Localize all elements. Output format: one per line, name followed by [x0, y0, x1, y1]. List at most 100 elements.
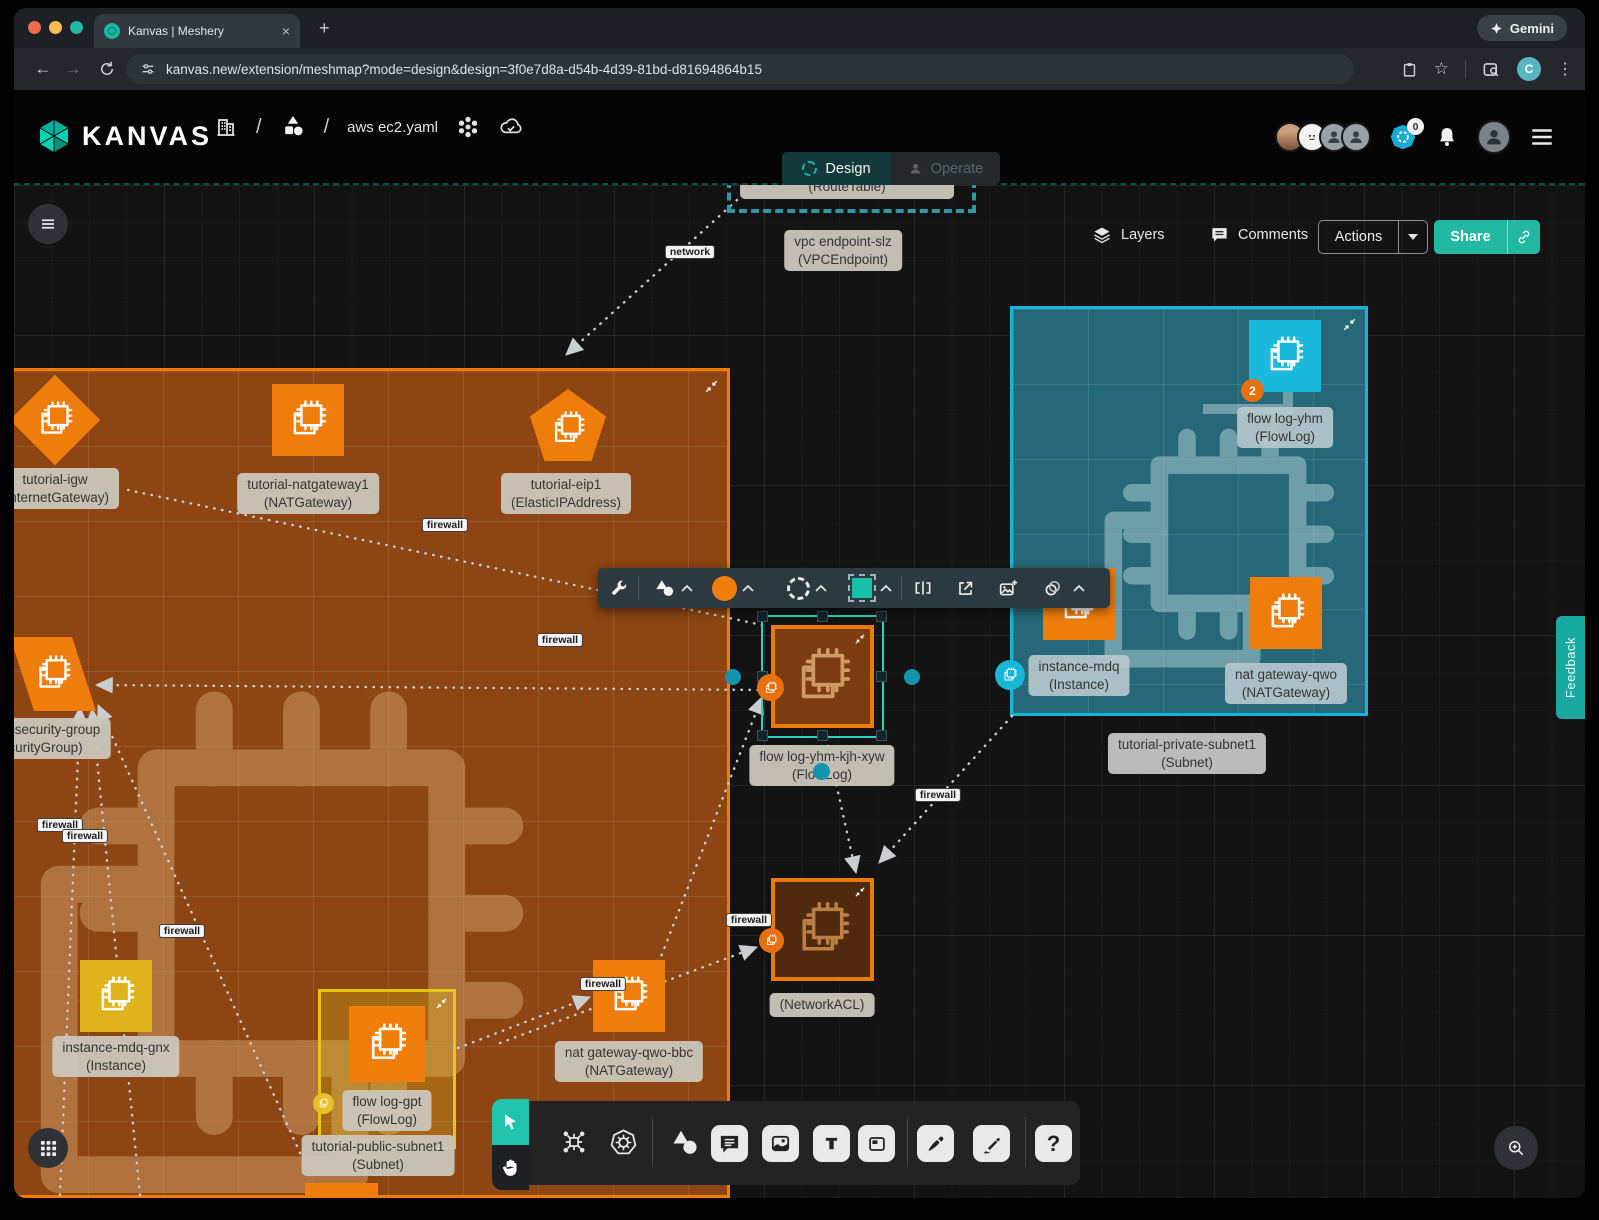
text-dock-tool[interactable]	[813, 1125, 850, 1162]
resize-handle[interactable]	[817, 730, 828, 741]
comments-button[interactable]: Comments	[1210, 225, 1308, 244]
badge-subnet-private[interactable]	[995, 660, 1025, 690]
design-canvas[interactable]: (RouteTable) vpc endpoint-slz(VPCEndpoin…	[14, 185, 1585, 1198]
configure-tool-icon[interactable]	[603, 568, 633, 608]
resize-handle[interactable]	[817, 611, 828, 622]
collapse-icon[interactable]	[856, 635, 864, 643]
pencil-dock-tool[interactable]	[973, 1125, 1010, 1162]
organization-icon[interactable]	[214, 115, 238, 139]
add-image-tool-icon[interactable]	[993, 568, 1023, 608]
collapse-icon[interactable]	[706, 381, 717, 392]
address-bar[interactable]: kanvas.new/extension/meshmap?mode=design…	[126, 54, 1354, 84]
image-dock-tool[interactable]	[762, 1125, 799, 1162]
shapes-tool-icon[interactable]	[650, 568, 678, 608]
feedback-tab[interactable]: Feedback	[1556, 616, 1585, 719]
collapse-icon[interactable]	[437, 999, 446, 1008]
environment-badge[interactable]: 0	[1389, 123, 1417, 151]
node-label-private-subnet[interactable]: tutorial-private-subnet1(Subnet)	[1108, 733, 1266, 774]
actions-button[interactable]: Actions	[1318, 220, 1428, 254]
fill-color-tool[interactable]	[710, 568, 738, 608]
node-label-nat-gateway-1[interactable]: tutorial-natgateway1(NATGateway)	[237, 473, 379, 514]
layers-button[interactable]: Layers	[1092, 225, 1165, 245]
user-profile-avatar[interactable]	[1477, 120, 1511, 154]
browser-profile-avatar[interactable]: C	[1517, 57, 1541, 81]
collaborator-avatar-generic-2[interactable]	[1341, 122, 1371, 152]
node-label-public-subnet[interactable]: tutorial-public-subnet1(Subnet)	[302, 1135, 455, 1176]
note-dock-tool[interactable]	[858, 1125, 895, 1162]
tab-design[interactable]: Design	[782, 152, 891, 185]
window-close-button[interactable]	[28, 21, 41, 34]
apps-grid-button[interactable]	[28, 1128, 68, 1168]
kubernetes-tool[interactable]	[606, 1125, 640, 1159]
border-style-expand-icon[interactable]	[812, 568, 830, 608]
tune-icon[interactable]	[140, 61, 156, 77]
kanvas-brand[interactable]: KANVAS	[36, 118, 212, 154]
gemini-button[interactable]: Gemini	[1477, 15, 1567, 41]
resize-handle[interactable]	[757, 730, 768, 741]
resize-handle[interactable]	[876, 730, 887, 741]
window-minimize-button[interactable]	[49, 21, 62, 34]
forward-button[interactable]: →	[58, 59, 88, 79]
node-label-nat-gateway-qwo[interactable]: nat gateway-qwo(NATGateway)	[1225, 663, 1347, 704]
browser-tab[interactable]: Kanvas | Meshery ×	[94, 14, 300, 48]
browser-menu-icon[interactable]: ⋮	[1557, 59, 1573, 79]
collapse-icon[interactable]	[856, 888, 864, 896]
resize-handle[interactable]	[757, 611, 768, 622]
share-button[interactable]: Share	[1434, 220, 1540, 254]
reload-button[interactable]	[98, 60, 116, 78]
share-link-icon[interactable]	[1508, 220, 1540, 254]
fill-color-expand-icon[interactable]	[739, 568, 757, 608]
canvas-menu-button[interactable]	[28, 204, 68, 244]
select-tool[interactable]	[492, 1099, 529, 1145]
node-instance-gnx[interactable]	[80, 960, 152, 1032]
node-label-instance-gnx[interactable]: instance-mdq-gnx(Instance)	[52, 1036, 179, 1077]
new-tab-button[interactable]: +	[319, 18, 330, 39]
connection-dot-right[interactable]	[904, 669, 920, 685]
resize-handle[interactable]	[876, 611, 887, 622]
pan-tool[interactable]	[492, 1145, 529, 1190]
tab-search-icon[interactable]	[1482, 60, 1501, 79]
badge-flow-log-yhm-count[interactable]: 2	[1241, 379, 1264, 402]
badge-network-acl[interactable]	[759, 928, 784, 953]
open-external-tool-icon[interactable]	[950, 568, 980, 608]
notifications-bell-icon[interactable]	[1435, 125, 1459, 149]
mesh-sync-icon[interactable]	[456, 115, 480, 139]
node-label-instance-mdq[interactable]: instance-mdq(Instance)	[1028, 655, 1129, 696]
save-icon[interactable]	[1401, 61, 1418, 78]
node-clipped-bottom[interactable]	[305, 1183, 378, 1198]
badge-flow-log-gpt[interactable]	[313, 1093, 334, 1114]
node-label-elastic-ip[interactable]: tutorial-eip1(ElasticIPAddress)	[501, 473, 631, 514]
badge-flow-log-kjh[interactable]	[757, 674, 784, 701]
workspace-shapes-icon[interactable]	[280, 114, 306, 140]
collapse-icon[interactable]	[1344, 319, 1355, 330]
comment-dock-tool[interactable]	[711, 1125, 748, 1162]
tab-close-icon[interactable]: ×	[282, 24, 290, 38]
node-network-acl[interactable]	[771, 878, 874, 981]
node-label-vpc-endpoint[interactable]: vpc endpoint-slz(VPCEndpoint)	[784, 230, 902, 271]
actions-dropdown-icon[interactable]	[1399, 221, 1427, 253]
shapes-expand-icon[interactable]	[678, 568, 696, 608]
design-file-name[interactable]: aws ec2.yaml	[347, 119, 438, 136]
border-style-tool[interactable]	[784, 568, 812, 608]
node-nat-gateway-1[interactable]	[272, 384, 344, 456]
resize-width-tool-icon[interactable]	[908, 568, 938, 608]
shapes-dock-tool[interactable]	[666, 1123, 702, 1161]
node-flow-log-kjh[interactable]	[771, 625, 874, 728]
node-label-network-acl[interactable]: (NetworkACL)	[770, 993, 875, 1017]
bookmark-star-icon[interactable]: ☆	[1434, 59, 1449, 79]
zoom-button[interactable]	[1494, 1126, 1538, 1170]
help-dock-tool[interactable]: ?	[1035, 1125, 1072, 1162]
node-label-flow-log-yhm[interactable]: flow log-yhm(FlowLog)	[1237, 407, 1333, 448]
cloud-sync-icon[interactable]	[498, 114, 524, 140]
app-menu-icon[interactable]	[1529, 124, 1555, 150]
node-label-nat-gateway-bbc[interactable]: nat gateway-qwo-bbc(NATGateway)	[555, 1041, 703, 1082]
clone-expand-icon[interactable]	[1070, 568, 1088, 608]
meshmap-components-tool[interactable]	[557, 1125, 591, 1159]
node-nat-gateway-qwo[interactable]	[1250, 577, 1322, 649]
node-label-security-group[interactable]: tutorial-security-group(SecurityGroup)	[14, 718, 110, 759]
resize-handle[interactable]	[876, 671, 887, 682]
node-label-flow-log-gpt[interactable]: flow log-gpt(FlowLog)	[342, 1090, 431, 1131]
node-flow-log-gpt[interactable]	[349, 1006, 425, 1082]
shape-fill-expand-icon[interactable]	[877, 568, 895, 608]
connection-dot-left[interactable]	[725, 669, 741, 685]
